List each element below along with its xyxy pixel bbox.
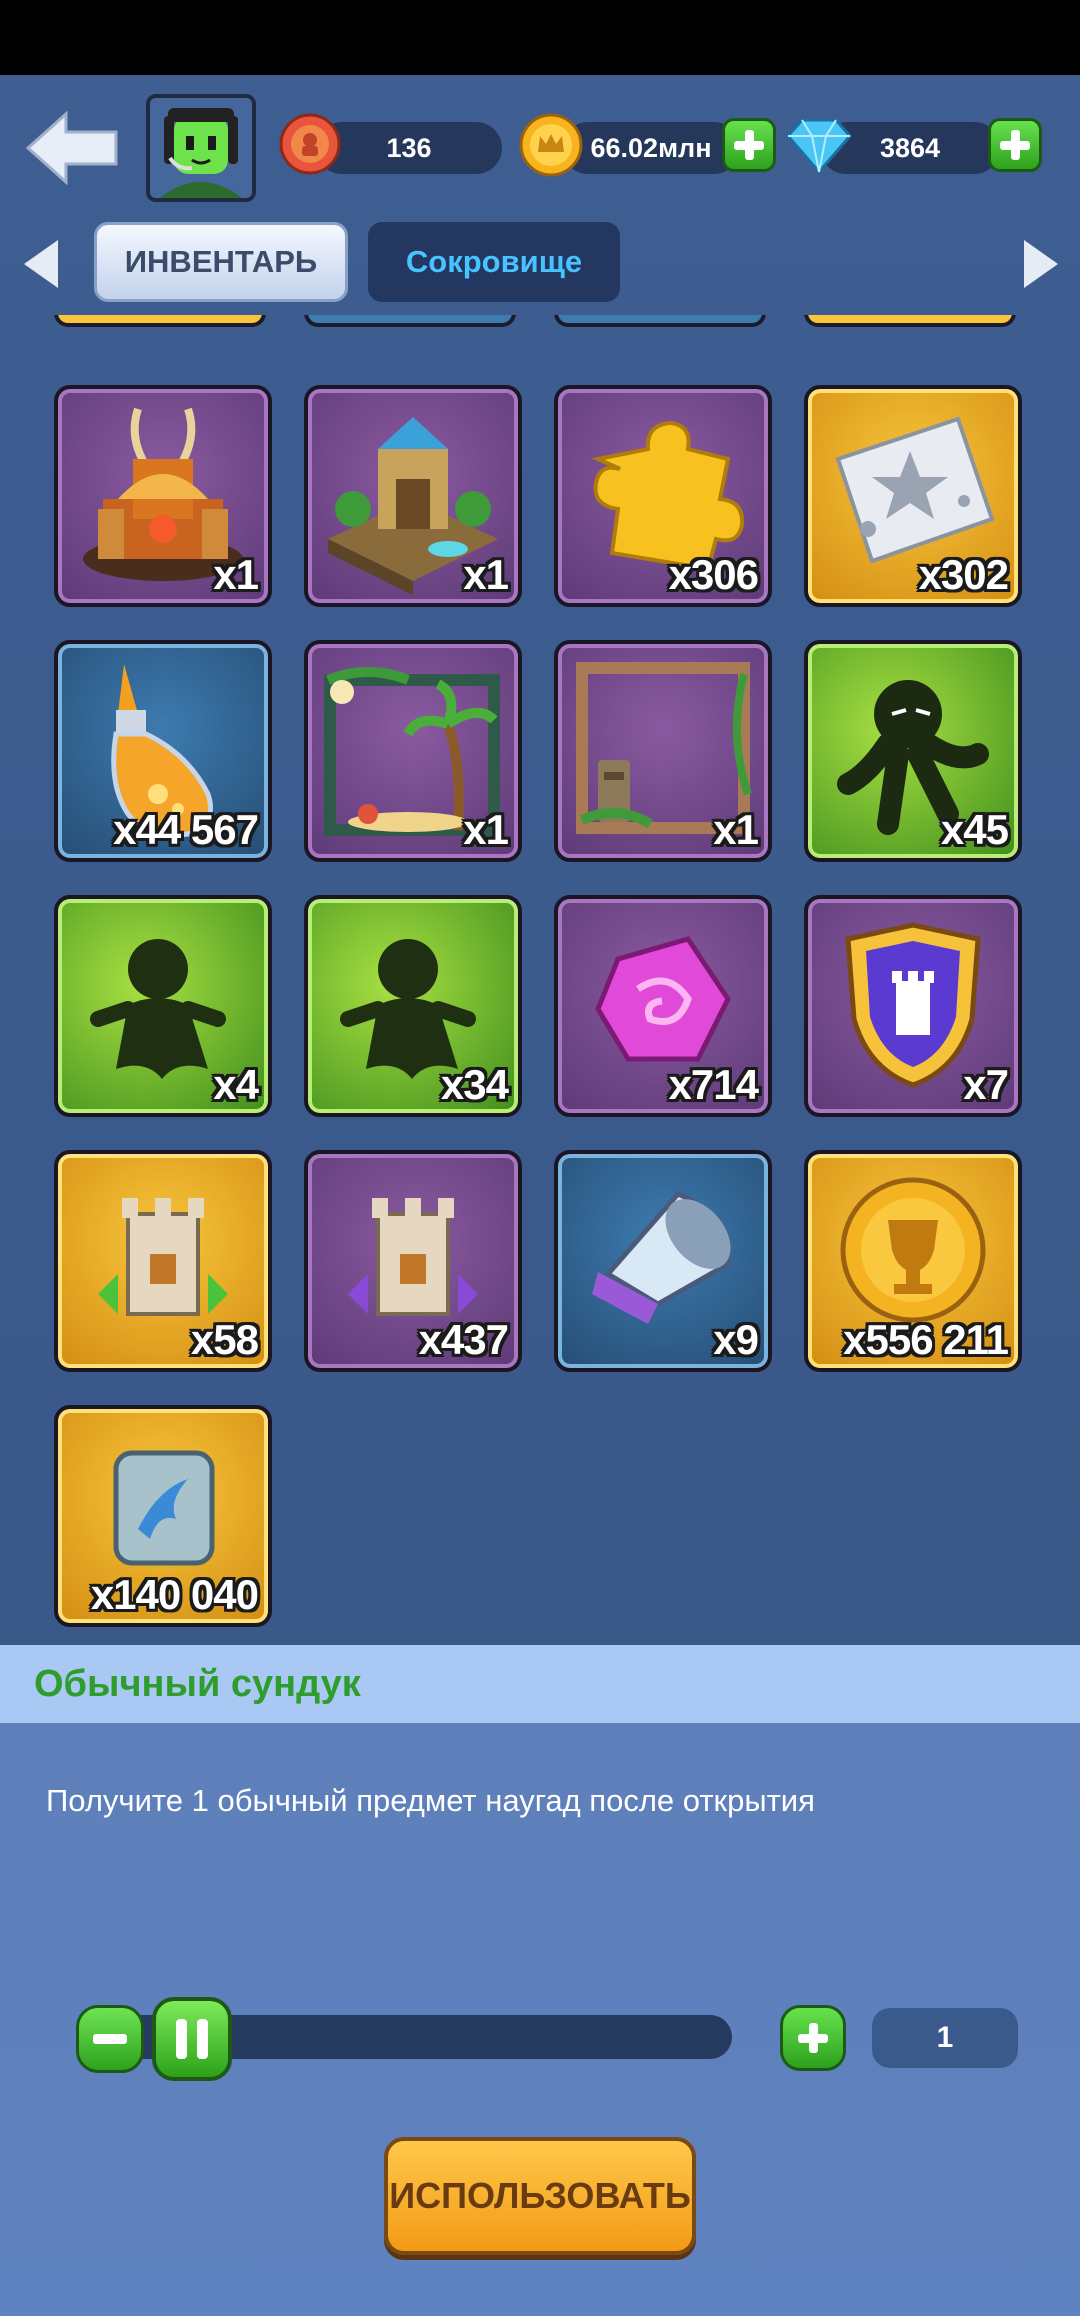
use-button[interactable]: ИСПОЛЬЗОВАТЬ xyxy=(384,2137,696,2255)
inventory-item-green-tower-upgrade[interactable]: x58 xyxy=(54,1150,272,1372)
inventory-item-megaphone[interactable]: x9 xyxy=(554,1150,772,1372)
inventory-item-beach-frame[interactable]: x1 xyxy=(304,640,522,862)
tab-treasure[interactable]: Сокровище xyxy=(368,222,620,302)
inventory-item-tower-shield[interactable]: x7 xyxy=(804,895,1022,1117)
status-bar xyxy=(0,0,1080,75)
tab-inventory-label: ИНВЕНТАРЬ xyxy=(124,244,318,279)
item-quantity: x1 xyxy=(213,551,259,598)
item-detail-panel: Получите 1 обычный предмет наугад после … xyxy=(0,1723,1080,2316)
item-quantity: x34 xyxy=(440,1061,509,1108)
partial-item xyxy=(804,315,1016,327)
quantity-value: 1 xyxy=(936,2021,954,2054)
use-button-label: ИСПОЛЬЗОВАТЬ xyxy=(389,2175,691,2216)
partial-item xyxy=(304,315,516,327)
player-avatar[interactable] xyxy=(146,94,256,202)
item-quantity: x44 567 xyxy=(113,806,259,853)
gold-coin-icon xyxy=(519,113,583,177)
tab-treasure-label: Сокровище xyxy=(405,244,583,279)
inventory-item-potion-bottle[interactable]: x44 567 xyxy=(54,640,272,862)
inventory-item-trophy-coin[interactable]: x556 211 xyxy=(804,1150,1022,1372)
inventory-item-pink-gem[interactable]: x714 xyxy=(554,895,772,1117)
increase-quantity-button[interactable] xyxy=(780,2005,846,2071)
item-quantity: x306 xyxy=(668,551,759,598)
quantity-display: 1 xyxy=(872,2008,1018,2068)
medal-icon xyxy=(279,113,341,175)
item-quantity: x7 xyxy=(963,1061,1009,1108)
gold-counter: 66.02млн xyxy=(562,122,740,174)
gold-amount: 66.02млн xyxy=(590,132,712,163)
add-gold-button[interactable] xyxy=(722,118,776,172)
tab-prev-arrow-icon[interactable] xyxy=(20,236,62,292)
item-quantity: x58 xyxy=(190,1316,259,1363)
gem-amount: 3864 xyxy=(879,132,941,163)
item-detail-title: Обычный сундук xyxy=(34,1662,361,1705)
inventory-item-purple-tower-upgrade[interactable]: x437 xyxy=(304,1150,522,1372)
item-detail-description: Получите 1 обычный предмет наугад после … xyxy=(46,1783,815,1818)
inventory-item-jungle-frame[interactable]: x1 xyxy=(554,640,772,862)
medal-counter: 136 xyxy=(316,122,502,174)
tab-inventory[interactable]: ИНВЕНТАРЬ xyxy=(94,222,348,302)
decrease-quantity-button[interactable] xyxy=(76,2005,144,2073)
inventory-item-shadow-runner[interactable]: x45 xyxy=(804,640,1022,862)
inventory-item-temple-island[interactable]: x1 xyxy=(304,385,522,607)
item-quantity: x556 211 xyxy=(843,1316,1009,1363)
item-quantity: x4 xyxy=(213,1061,259,1108)
inventory-grid[interactable]: x1 x1 x306 x302 x44 567 x1 x1 x45 x4 x34… xyxy=(0,315,1080,1645)
avatar-icon xyxy=(150,98,252,198)
inventory-item-stone-tablet[interactable]: x140 040 xyxy=(54,1405,272,1627)
inventory-item-silhouette-small[interactable]: x4 xyxy=(54,895,272,1117)
item-quantity: x1 xyxy=(463,551,509,598)
item-quantity: x1 xyxy=(713,806,759,853)
inventory-item-puzzle-piece[interactable]: x306 xyxy=(554,385,772,607)
item-quantity: x45 xyxy=(940,806,1009,853)
quantity-slider-thumb[interactable] xyxy=(152,1997,232,2081)
partial-item xyxy=(554,315,766,327)
item-quantity: x9 xyxy=(713,1316,759,1363)
item-quantity: x140 040 xyxy=(90,1571,259,1618)
item-quantity: x437 xyxy=(418,1316,509,1363)
back-button[interactable] xyxy=(24,110,120,186)
item-quantity: x1 xyxy=(463,806,509,853)
tab-next-arrow-icon[interactable] xyxy=(1020,236,1062,292)
item-quantity: x714 xyxy=(668,1061,759,1108)
item-detail-header: Обычный сундук xyxy=(0,1645,1080,1723)
add-gems-button[interactable] xyxy=(988,118,1042,172)
back-arrow-icon xyxy=(25,110,118,186)
inventory-item-silhouette-large[interactable]: x34 xyxy=(304,895,522,1117)
inventory-item-fire-castle[interactable]: x1 xyxy=(54,385,272,607)
medal-count: 136 xyxy=(386,132,432,163)
inventory-item-star-ticket[interactable]: x302 xyxy=(804,385,1022,607)
diamond-icon xyxy=(786,118,852,175)
partial-item xyxy=(54,315,266,327)
item-quantity: x302 xyxy=(918,551,1009,598)
